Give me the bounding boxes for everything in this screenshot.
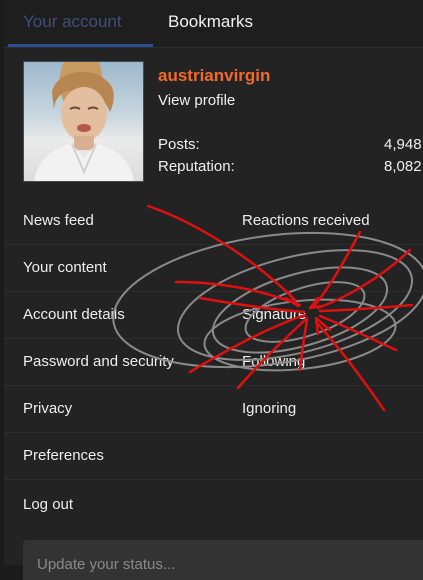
username-link[interactable]: austrianvirgin <box>158 66 270 86</box>
menu-row: Privacy Ignoring <box>4 385 423 433</box>
menu-your-content[interactable]: Your content <box>23 259 107 276</box>
menu-account-details[interactable]: Account details <box>23 306 125 323</box>
status-input[interactable]: Update your status... <box>23 540 423 580</box>
active-tab-indicator <box>8 44 153 47</box>
tab-bookmarks[interactable]: Bookmarks <box>168 12 253 32</box>
menu-privacy[interactable]: Privacy <box>23 400 72 417</box>
menu-signature[interactable]: Signature <box>242 306 306 323</box>
menu-row: Your content <box>4 244 423 292</box>
menu-following[interactable]: Following <box>242 353 305 370</box>
menu-row: Preferences <box>4 432 423 480</box>
tab-your-account[interactable]: Your account <box>23 12 122 32</box>
menu-preferences[interactable]: Preferences <box>23 447 104 464</box>
menu-news-feed[interactable]: News feed <box>23 212 94 229</box>
tab-bar: Your account Bookmarks <box>4 0 423 48</box>
reputation-label: Reputation: <box>158 158 235 175</box>
menu-row: Log out <box>4 479 423 526</box>
menu-reactions-received[interactable]: Reactions received <box>242 212 370 229</box>
avatar[interactable] <box>23 61 144 182</box>
posts-count[interactable]: 4,948 <box>384 136 422 153</box>
menu-row: Password and security Following <box>4 338 423 386</box>
posts-label: Posts: <box>158 136 200 153</box>
menu-log-out[interactable]: Log out <box>23 496 73 513</box>
account-popup: Your account Bookmarks austrianvirgin Vi… <box>4 0 423 580</box>
menu-ignoring[interactable]: Ignoring <box>242 400 296 417</box>
menu-row: Account details Signature <box>4 291 423 339</box>
menu-row: News feed Reactions received <box>4 197 423 245</box>
menu-password-security[interactable]: Password and security <box>23 353 174 370</box>
reputation-count[interactable]: 8,082 <box>384 158 422 175</box>
view-profile-link[interactable]: View profile <box>158 92 235 109</box>
